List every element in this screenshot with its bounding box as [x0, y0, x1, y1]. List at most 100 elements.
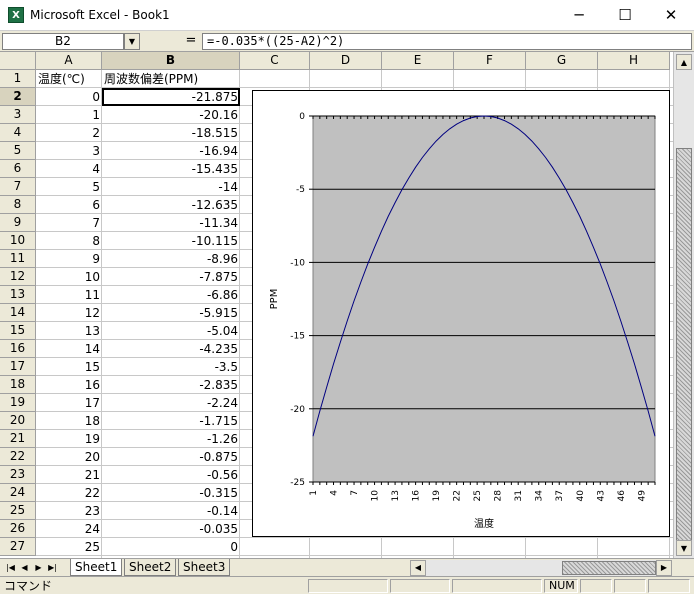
cell-b23[interactable]: -0.56 [102, 466, 240, 484]
column-header-e[interactable]: E [382, 52, 454, 70]
column-header-h[interactable]: H [598, 52, 670, 70]
row-header-25[interactable]: 25 [0, 502, 36, 520]
sheet-tab-sheet1[interactable]: Sheet1 [70, 559, 123, 576]
cell-a15[interactable]: 13 [36, 322, 102, 340]
cell-a17[interactable]: 15 [36, 358, 102, 376]
row-header-10[interactable]: 10 [0, 232, 36, 250]
formula-equals-button[interactable]: = [182, 33, 200, 50]
column-header-d[interactable]: D [310, 52, 382, 70]
row-header-18[interactable]: 18 [0, 376, 36, 394]
row-header-21[interactable]: 21 [0, 430, 36, 448]
cell-a27[interactable]: 25 [36, 538, 102, 556]
cell-a6[interactable]: 4 [36, 160, 102, 178]
name-box-dropdown-icon[interactable]: ▼ [124, 33, 140, 50]
chart-object[interactable]: 0 -5 -10 -15 -20 -25 1 4 7 10 13 16 19 22 25 28 31 34 37 40… [252, 90, 670, 537]
cell-b5[interactable]: -16.94 [102, 142, 240, 160]
cell-b15[interactable]: -5.04 [102, 322, 240, 340]
cell-b24[interactable]: -0.315 [102, 484, 240, 502]
cell-b20[interactable]: -1.715 [102, 412, 240, 430]
cell-b21[interactable]: -1.26 [102, 430, 240, 448]
cell-a3[interactable]: 1 [36, 106, 102, 124]
cell-a7[interactable]: 5 [36, 178, 102, 196]
cell-b13[interactable]: -6.86 [102, 286, 240, 304]
scroll-left-icon[interactable]: ◀ [410, 560, 426, 576]
cell-a19[interactable]: 17 [36, 394, 102, 412]
maximize-button[interactable]: ☐ [602, 0, 648, 30]
cell-b26[interactable]: -0.035 [102, 520, 240, 538]
excel-app-icon[interactable]: X [8, 7, 24, 23]
row-header-13[interactable]: 13 [0, 286, 36, 304]
next-sheet-icon[interactable]: ▶ [32, 560, 45, 575]
cell-b18[interactable]: -2.835 [102, 376, 240, 394]
row-header-17[interactable]: 17 [0, 358, 36, 376]
row-header-15[interactable]: 15 [0, 322, 36, 340]
close-button[interactable]: ✕ [648, 0, 694, 30]
cell-a14[interactable]: 12 [36, 304, 102, 322]
cell-a18[interactable]: 16 [36, 376, 102, 394]
cell-a25[interactable]: 23 [36, 502, 102, 520]
first-sheet-icon[interactable]: |◀ [4, 560, 17, 575]
row-header-16[interactable]: 16 [0, 340, 36, 358]
row-header-2[interactable]: 2 [0, 88, 36, 106]
cell-a13[interactable]: 11 [36, 286, 102, 304]
cell-a16[interactable]: 14 [36, 340, 102, 358]
cell-b2[interactable]: -21.875 [102, 88, 240, 106]
horizontal-scroll-thumb[interactable] [562, 561, 656, 575]
cell-a8[interactable]: 6 [36, 196, 102, 214]
horizontal-scrollbar[interactable]: ◀ ▶ [410, 560, 672, 576]
cell-b3[interactable]: -20.16 [102, 106, 240, 124]
name-box[interactable]: B2 [2, 33, 124, 50]
cell-a11[interactable]: 9 [36, 250, 102, 268]
cell-b11[interactable]: -8.96 [102, 250, 240, 268]
scroll-down-icon[interactable]: ▼ [676, 540, 692, 556]
row-header-6[interactable]: 6 [0, 160, 36, 178]
row-header-27[interactable]: 27 [0, 538, 36, 556]
scroll-up-icon[interactable]: ▲ [676, 54, 692, 70]
cell-a2[interactable]: 0 [36, 88, 102, 106]
cell-a5[interactable]: 3 [36, 142, 102, 160]
cell-b8[interactable]: -12.635 [102, 196, 240, 214]
cell-b25[interactable]: -0.14 [102, 502, 240, 520]
row-header-1[interactable]: 1 [0, 70, 36, 88]
cell-a24[interactable]: 22 [36, 484, 102, 502]
cell-a23[interactable]: 21 [36, 466, 102, 484]
cell-b1[interactable]: 周波数偏差(PPM) [102, 70, 240, 88]
column-header-f[interactable]: F [454, 52, 526, 70]
row-header-19[interactable]: 19 [0, 394, 36, 412]
sheet-tab-sheet3[interactable]: Sheet3 [178, 559, 231, 576]
worksheet-grid[interactable]: 温度(℃) 周波数偏差(PPM) 0 -21.875 1 -20.16 2 -18.515… [36, 70, 673, 558]
cell-a9[interactable]: 7 [36, 214, 102, 232]
prev-sheet-icon[interactable]: ◀ [18, 560, 31, 575]
cell-a10[interactable]: 8 [36, 232, 102, 250]
column-header-c[interactable]: C [240, 52, 310, 70]
scroll-right-icon[interactable]: ▶ [656, 560, 672, 576]
column-header-g[interactable]: G [526, 52, 598, 70]
row-header-22[interactable]: 22 [0, 448, 36, 466]
cell-b22[interactable]: -0.875 [102, 448, 240, 466]
formula-input[interactable]: =-0.035*((25-A2)^2) [202, 33, 692, 50]
cell-a20[interactable]: 18 [36, 412, 102, 430]
row-header-24[interactable]: 24 [0, 484, 36, 502]
cell-a26[interactable]: 24 [36, 520, 102, 538]
cell-b4[interactable]: -18.515 [102, 124, 240, 142]
row-header-8[interactable]: 8 [0, 196, 36, 214]
row-header-7[interactable]: 7 [0, 178, 36, 196]
cell-b9[interactable]: -11.34 [102, 214, 240, 232]
last-sheet-icon[interactable]: ▶| [46, 560, 59, 575]
row-header-12[interactable]: 12 [0, 268, 36, 286]
row-header-11[interactable]: 11 [0, 250, 36, 268]
row-header-14[interactable]: 14 [0, 304, 36, 322]
cell-b27[interactable]: 0 [102, 538, 240, 556]
cell-b10[interactable]: -10.115 [102, 232, 240, 250]
sheet-tab-sheet2[interactable]: Sheet2 [124, 559, 177, 576]
cell-b19[interactable]: -2.24 [102, 394, 240, 412]
row-header-5[interactable]: 5 [0, 142, 36, 160]
cell-a4[interactable]: 2 [36, 124, 102, 142]
row-header-20[interactable]: 20 [0, 412, 36, 430]
row-header-3[interactable]: 3 [0, 106, 36, 124]
column-header-a[interactable]: A [36, 52, 102, 70]
vertical-scroll-thumb[interactable] [676, 148, 692, 544]
minimize-button[interactable]: ─ [556, 0, 602, 30]
cell-a1[interactable]: 温度(℃) [36, 70, 102, 88]
cell-b16[interactable]: -4.235 [102, 340, 240, 358]
